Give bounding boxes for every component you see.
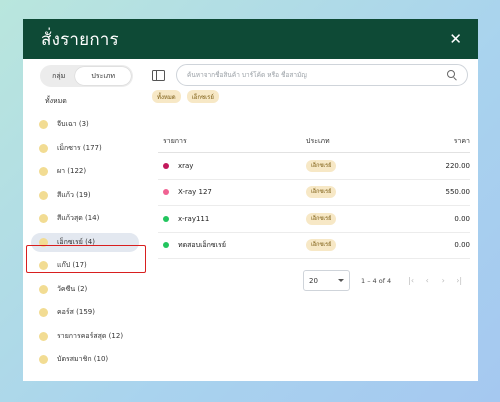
modal-title: สั่งรายการ: [41, 29, 119, 50]
last-page-icon[interactable]: ›|: [451, 276, 467, 285]
category-label: สีแก้วสุด (14): [57, 214, 100, 223]
category-item[interactable]: วัคซีน (2): [23, 278, 148, 302]
rows-per-page-value: 20: [309, 276, 318, 285]
category-label: รายการคอร์สสุด (12): [57, 331, 124, 340]
chevron-down-icon: [338, 279, 344, 282]
page-range-text: 1 – 4 of 4: [361, 276, 392, 285]
row-type-tag: เอ็กซเรย์: [306, 212, 337, 225]
category-dot: [39, 355, 48, 365]
category-label: จีบเฉา (3): [57, 120, 89, 129]
header-type: ประเภท: [306, 137, 330, 145]
category-dot: [39, 167, 48, 177]
category-label: คอร์ส (159): [57, 308, 95, 317]
prev-page-icon[interactable]: ‹: [419, 276, 435, 285]
items-table: รายการ ประเภท ราคา xray เอ็กซเรย์ 220.00…: [158, 131, 470, 259]
row-name: ทดสอบเอ็กซเรย์: [178, 240, 226, 249]
row-color-dot: [163, 162, 169, 169]
row-price: 0.00: [454, 214, 470, 223]
modal-header: สั่งรายการ ✕: [23, 19, 478, 59]
table-row[interactable]: ทดสอบเอ็กซเรย์ เอ็กซเรย์ 0.00: [158, 233, 470, 259]
category-dot: [39, 261, 48, 271]
filter-chip-xray[interactable]: เอ็กซเรย์: [186, 90, 219, 103]
pagination: 20 1 – 4 of 4 |‹ ‹ › ›|: [303, 270, 467, 291]
row-price: 0.00: [454, 241, 470, 250]
category-label: เอ็กซเรย์ (4): [57, 237, 95, 246]
row-color-dot: [163, 189, 169, 196]
category-dot: [39, 237, 48, 247]
category-sidebar: กลุ่ม ประเภท ทั้งหมด จีบเฉา (3) เม็กซาร …: [23, 59, 148, 381]
row-name: X-ray 127: [178, 188, 212, 197]
search-input[interactable]: ค้นหาจากชื่อสินค้า บาร์โค้ด หรือ ชื่อสาม…: [176, 64, 468, 86]
row-type-tag: เอ็กซเรย์: [306, 159, 337, 172]
table-row[interactable]: X-ray 127 เอ็กซเรย์ 550.00: [158, 180, 471, 206]
table-header: รายการ ประเภท ราคา: [158, 131, 470, 153]
category-label: บัตรสมาชิก (10): [57, 355, 109, 364]
filter-chips: ทั้งหมด เอ็กซเรย์: [152, 90, 219, 103]
header-name: รายการ: [163, 137, 187, 145]
category-list: จีบเฉา (3) เม็กซาร (177) ผา (122) สีแก้ว…: [23, 113, 148, 372]
row-price: 550.00: [445, 188, 471, 197]
next-page-icon[interactable]: ›: [435, 276, 451, 285]
category-dot: [39, 120, 48, 130]
rows-per-page-select[interactable]: 20: [303, 270, 350, 291]
search-placeholder: ค้นหาจากชื่อสินค้า บาร์โค้ด หรือ ชื่อสาม…: [187, 71, 307, 79]
header-price: ราคา: [453, 137, 470, 145]
category-item[interactable]: รายการคอร์สสุด (12): [23, 325, 148, 349]
row-name: x-ray111: [178, 214, 210, 223]
category-label: วัคซีน (2): [57, 284, 88, 293]
category-dot: [39, 284, 48, 294]
row-color-dot: [163, 242, 169, 249]
category-label: สีแก้ว (19): [57, 190, 91, 199]
order-modal: สั่งรายการ ✕ กลุ่ม ประเภท ทั้งหมด จีบเฉา…: [23, 19, 478, 381]
category-label: ผา (122): [57, 167, 87, 176]
category-dot: [39, 331, 48, 341]
category-dot: [39, 214, 48, 224]
category-dot: [39, 143, 48, 153]
category-item[interactable]: แก๊ป (17): [23, 254, 148, 278]
row-type-tag: เอ็กซเรย์: [306, 186, 337, 199]
main-content: ค้นหาจากชื่อสินค้า บาร์โค้ด หรือ ชื่อสาม…: [148, 59, 478, 381]
all-categories-label[interactable]: ทั้งหมด: [45, 96, 67, 107]
sidebar-panel-icon[interactable]: [152, 70, 165, 81]
close-icon[interactable]: ✕: [449, 31, 462, 47]
table-row[interactable]: x-ray111 เอ็กซเรย์ 0.00: [158, 206, 470, 233]
first-page-icon[interactable]: |‹: [403, 276, 419, 285]
category-item[interactable]: สีแก้วสุด (14): [23, 207, 148, 231]
category-dot: [39, 308, 48, 318]
category-item[interactable]: ผา (122): [23, 160, 148, 184]
category-item[interactable]: เม็กซาร (177): [23, 137, 148, 161]
search-icon[interactable]: [447, 70, 457, 81]
view-toggle: กลุ่ม ประเภท: [40, 65, 133, 87]
category-dot: [39, 190, 48, 200]
filter-chip-all[interactable]: ทั้งหมด: [152, 90, 181, 103]
category-item[interactable]: จีบเฉา (3): [23, 113, 148, 137]
category-label: แก๊ป (17): [57, 261, 87, 270]
row-price: 220.00: [445, 161, 471, 170]
category-item[interactable]: สีแก้ว (19): [23, 184, 148, 208]
category-item[interactable]: คอร์ส (159): [23, 301, 148, 325]
row-color-dot: [163, 215, 169, 222]
category-item[interactable]: บัตรสมาชิก (10): [23, 348, 148, 372]
category-item-selected[interactable]: เอ็กซเรย์ (4): [23, 231, 148, 255]
table-row[interactable]: xray เอ็กซเรย์ 220.00: [158, 153, 470, 180]
toggle-type-button[interactable]: ประเภท: [75, 67, 131, 85]
category-label: เม็กซาร (177): [57, 143, 102, 152]
toggle-group-button[interactable]: กลุ่ม: [42, 67, 75, 85]
row-type-tag: เอ็กซเรย์: [306, 239, 337, 252]
row-name: xray: [178, 161, 194, 170]
